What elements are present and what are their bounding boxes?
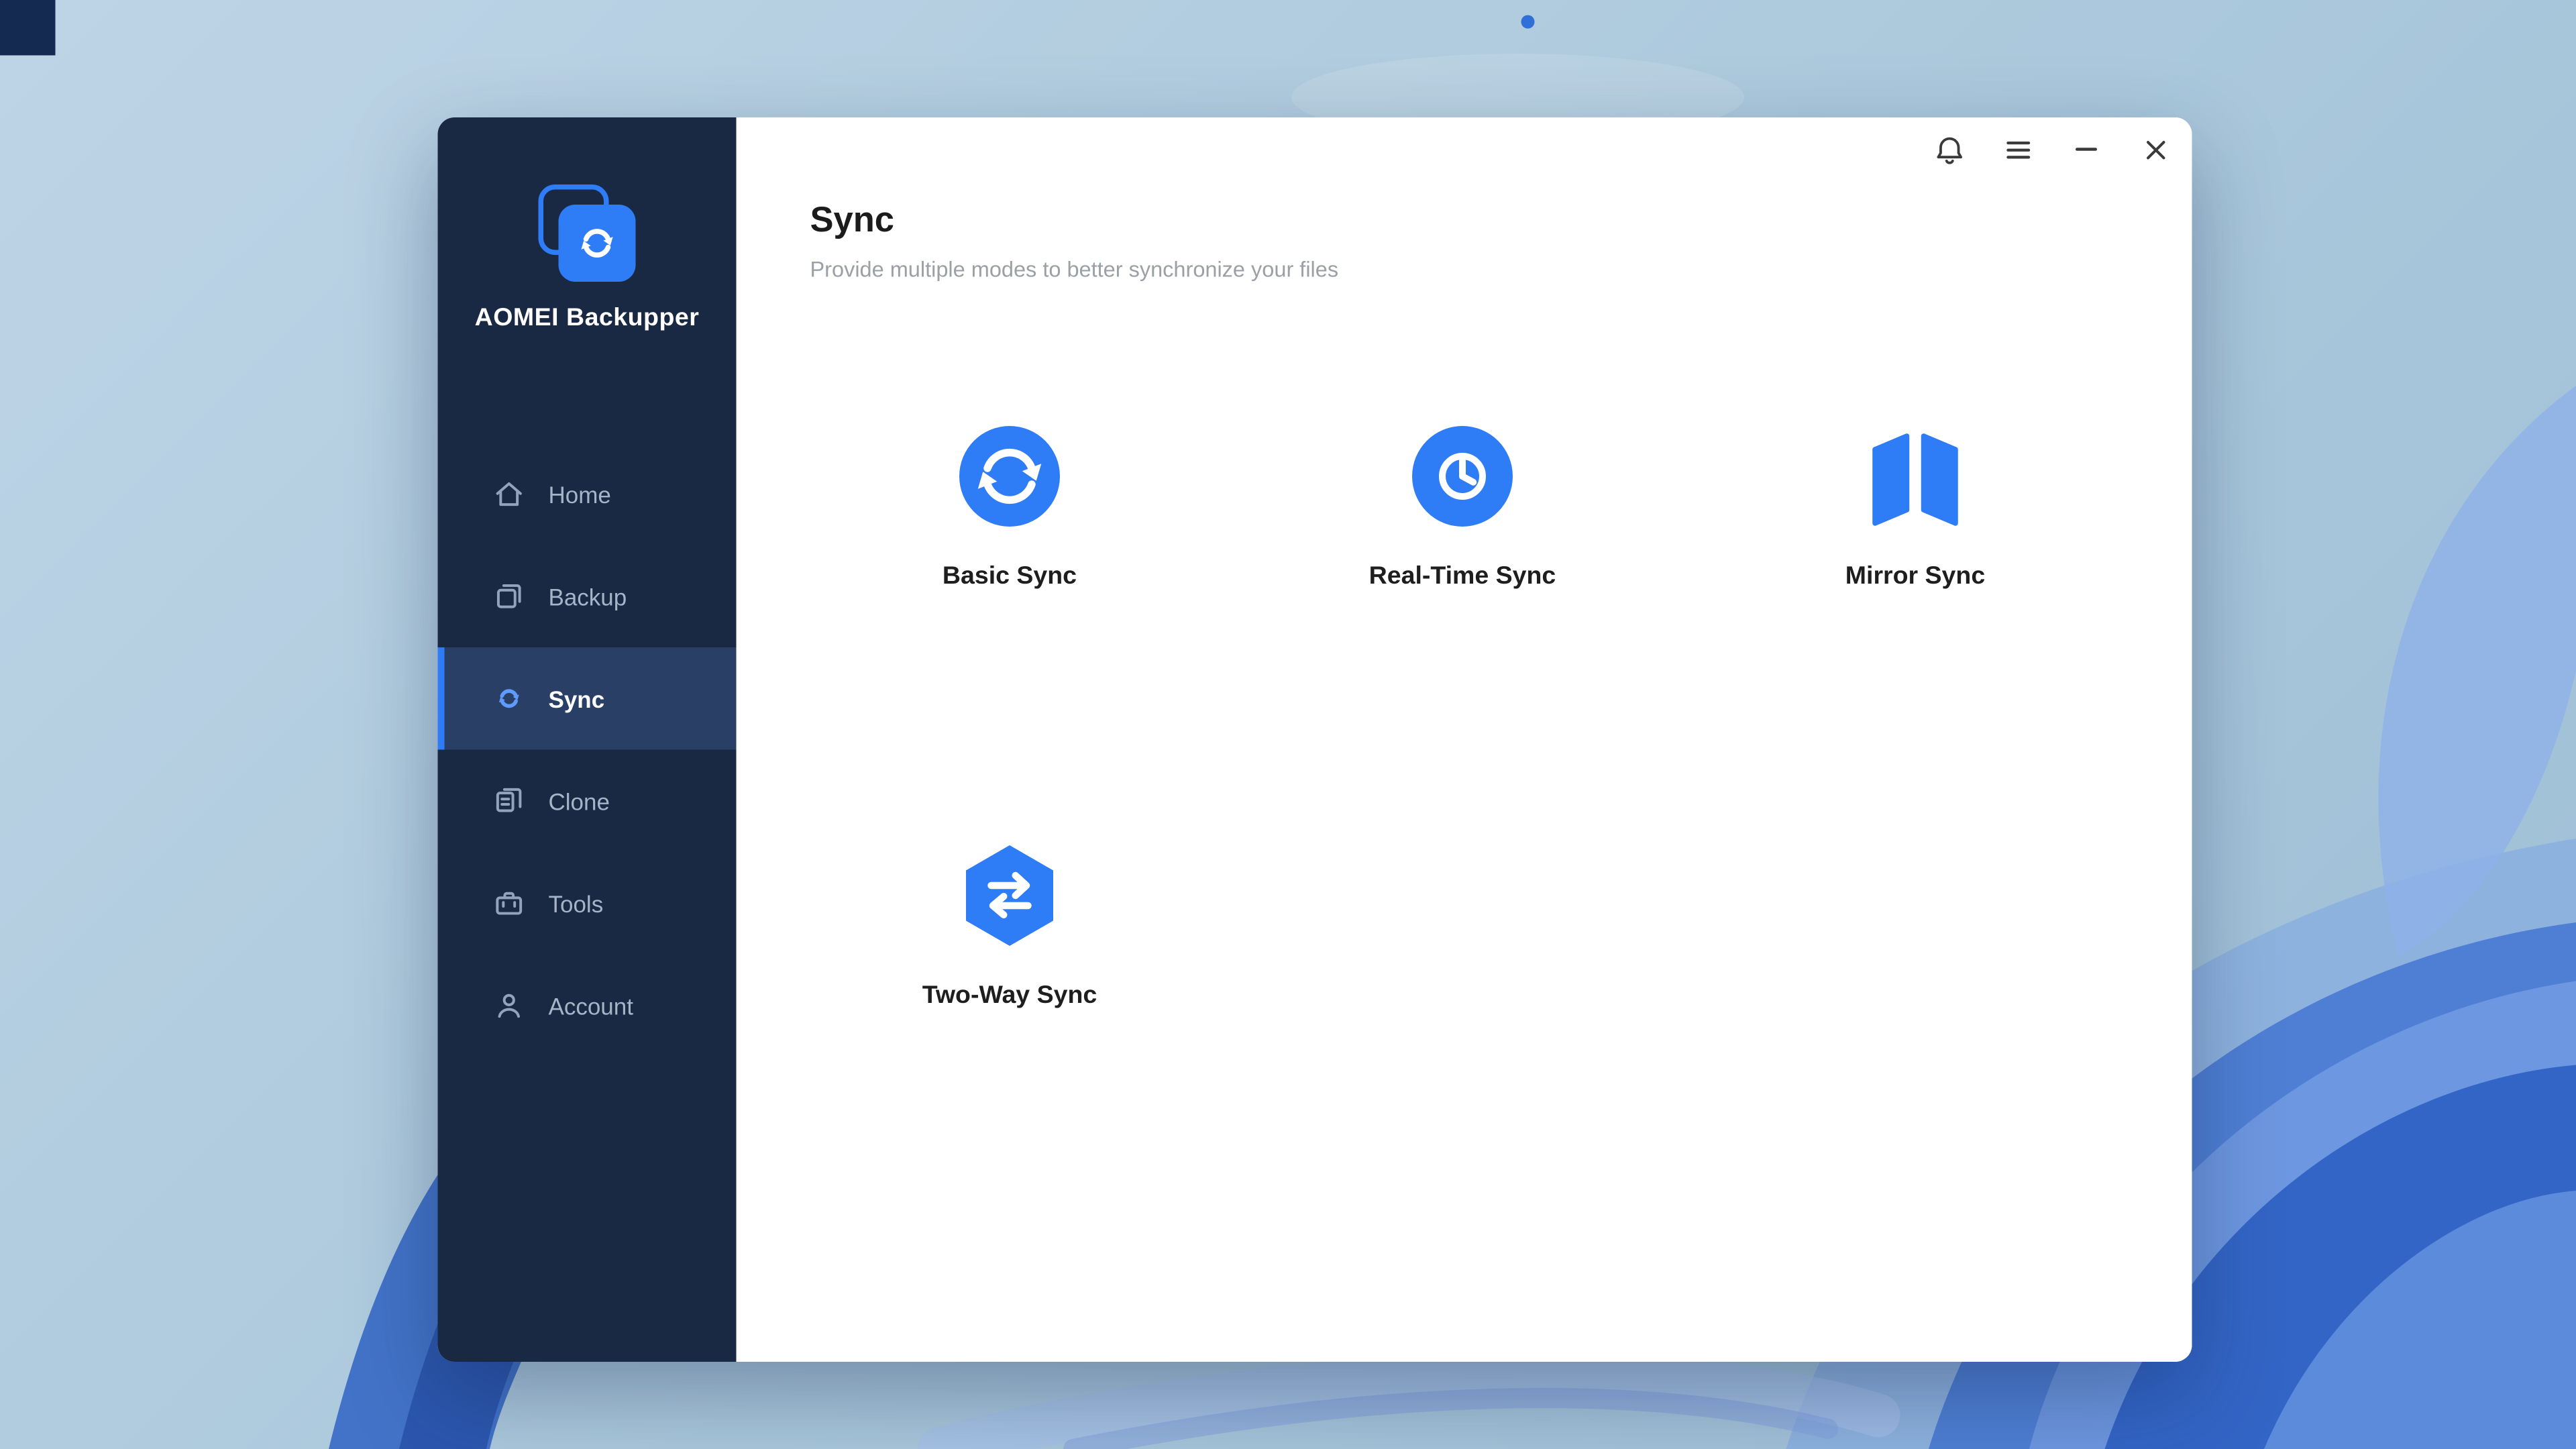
mode-two-way-sync[interactable]: Two-Way Sync — [825, 845, 1194, 1010]
logo-sync-square — [559, 205, 636, 282]
mode-label: Two-Way Sync — [825, 981, 1194, 1010]
notifications-button[interactable] — [1921, 121, 1978, 178]
app-brand: AOMEI Backupper — [438, 184, 737, 332]
desktop: AOMEI Backupper Home — [0, 0, 2576, 1449]
hamburger-menu-icon — [2003, 135, 2032, 164]
basic-sync-icon — [956, 426, 1063, 527]
sidebar-item-label: Home — [549, 480, 611, 507]
mode-mirror-sync[interactable]: Mirror Sync — [1731, 426, 2100, 590]
sidebar-item-clone[interactable]: Clone — [438, 750, 737, 853]
sidebar-item-account[interactable]: Account — [438, 955, 737, 1057]
minimize-icon — [2073, 136, 2100, 163]
real-time-sync-icon — [1409, 426, 1516, 527]
sidebar-item-label: Clone — [549, 788, 610, 814]
app-window: AOMEI Backupper Home — [438, 117, 2192, 1362]
tools-icon — [493, 888, 525, 920]
sidebar-item-label: Tools — [549, 890, 604, 916]
sidebar-item-home[interactable]: Home — [438, 443, 737, 545]
logo-sync-arrows-icon — [572, 218, 623, 268]
mode-basic-sync[interactable]: Basic Sync — [825, 426, 1194, 590]
two-way-sync-icon — [956, 845, 1063, 946]
window-controls — [1921, 121, 2184, 178]
mirror-sync-icon — [1862, 426, 1969, 527]
page-title: Sync — [810, 201, 1339, 241]
home-icon — [493, 478, 525, 511]
sync-icon — [493, 683, 525, 715]
app-logo-icon — [539, 184, 636, 282]
sidebar-item-tools[interactable]: Tools — [438, 852, 737, 955]
close-button[interactable] — [2127, 121, 2184, 178]
sidebar-item-sync[interactable]: Sync — [438, 647, 737, 750]
sidebar-item-backup[interactable]: Backup — [438, 545, 737, 648]
bell-icon — [1933, 133, 1965, 166]
account-icon — [493, 989, 525, 1022]
sidebar-item-label: Account — [549, 992, 633, 1019]
sidebar-item-label: Sync — [549, 685, 605, 712]
backup-icon — [493, 580, 525, 612]
app-name: AOMEI Backupper — [438, 304, 737, 333]
sidebar-item-label: Backup — [549, 583, 627, 610]
page-subtitle: Provide multiple modes to better synchro… — [810, 257, 1339, 282]
clone-icon — [493, 785, 525, 817]
minimize-button[interactable] — [2058, 121, 2115, 178]
mode-real-time-sync[interactable]: Real-Time Sync — [1278, 426, 1647, 590]
mode-label: Basic Sync — [825, 562, 1194, 591]
close-icon — [2143, 137, 2168, 162]
main-content: Sync Provide multiple modes to better sy… — [737, 117, 2192, 1362]
mode-label: Mirror Sync — [1731, 562, 2100, 591]
sidebar: AOMEI Backupper Home — [438, 117, 737, 1362]
page-header: Sync Provide multiple modes to better sy… — [810, 201, 1339, 282]
sidebar-nav: Home Backup — [438, 443, 737, 1057]
menu-button[interactable] — [1989, 121, 2046, 178]
mode-label: Real-Time Sync — [1278, 562, 1647, 591]
